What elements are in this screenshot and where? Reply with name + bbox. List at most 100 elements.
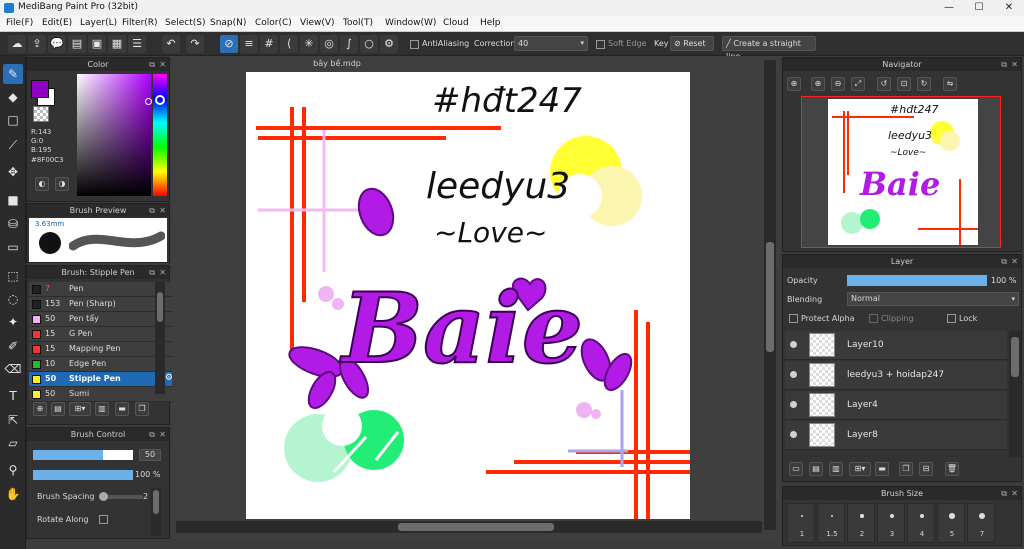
- rotate-right-icon[interactable]: ↻: [917, 77, 931, 91]
- brush-size-cell[interactable]: 1.5: [817, 503, 845, 543]
- curve-snap-icon[interactable]: ∫: [340, 35, 358, 53]
- menu-window[interactable]: Window(W): [385, 18, 436, 28]
- brush-list-scrollbar[interactable]: [155, 282, 165, 394]
- menu-layer[interactable]: Layer(L): [80, 18, 117, 28]
- delete-layer-icon[interactable]: 🗑: [945, 462, 959, 476]
- line-tool-icon[interactable]: ⟋: [3, 135, 23, 155]
- lock-checkbox[interactable]: [947, 314, 956, 323]
- panel-popout-icon[interactable]: ⧉: [149, 58, 155, 71]
- select-rect-tool-icon[interactable]: ⬚: [3, 266, 23, 286]
- zoom-in-icon[interactable]: ⊕: [787, 77, 801, 91]
- duplicate-layer-icon[interactable]: ❐: [899, 462, 913, 476]
- merge-layer-icon[interactable]: ⊟: [919, 462, 933, 476]
- save-icon[interactable]: ▣: [88, 35, 106, 53]
- color-palette-icon[interactable]: ◑: [55, 177, 69, 191]
- document-icon[interactable]: ▤: [68, 35, 86, 53]
- panel-close-icon[interactable]: ✕: [1011, 58, 1018, 71]
- select-eraser-tool-icon[interactable]: ⌫: [3, 359, 23, 379]
- brush-size-cell[interactable]: 1: [787, 503, 815, 543]
- brush-size-cell[interactable]: 4: [907, 503, 935, 543]
- fit-screen-icon[interactable]: ⤢: [851, 77, 865, 91]
- menu-cloud[interactable]: Cloud: [443, 18, 469, 28]
- straight-line-button[interactable]: ╱ Create a straight line: [722, 36, 816, 61]
- new-8bit-layer-icon[interactable]: ▥: [829, 462, 843, 476]
- brush-list-scroll-thumb[interactable]: [157, 292, 163, 322]
- rotate-left-icon[interactable]: ↺: [877, 77, 891, 91]
- bucket-tool-icon[interactable]: ⛁: [3, 214, 23, 234]
- minimize-button[interactable]: —: [934, 0, 964, 16]
- magic-wand-tool-icon[interactable]: ✦: [3, 312, 23, 332]
- brush-tool-icon[interactable]: ✎: [3, 64, 23, 84]
- layer-row[interactable]: Layer4: [785, 391, 1007, 420]
- brush-folder-icon[interactable]: ▬: [115, 402, 129, 416]
- visibility-icon[interactable]: [790, 401, 797, 408]
- brush-spacing-slider[interactable]: [99, 492, 143, 501]
- primary-color-swatch[interactable]: [31, 80, 49, 98]
- brush-size-value[interactable]: 50: [139, 449, 161, 461]
- visibility-icon[interactable]: [790, 341, 797, 348]
- operation-tool-icon[interactable]: ⇱: [3, 410, 23, 430]
- cloud-icon[interactable]: ☁: [8, 35, 26, 53]
- undo-icon[interactable]: ↶: [162, 35, 180, 53]
- brush-control-scrollbar[interactable]: [151, 488, 161, 536]
- layer-opacity-slider[interactable]: [847, 275, 987, 286]
- chat-icon[interactable]: 💬: [48, 35, 66, 53]
- brush-copy-icon[interactable]: ❐: [135, 402, 149, 416]
- layer-folder-icon[interactable]: ▬: [875, 462, 889, 476]
- new-halftone-layer-icon[interactable]: ▤: [809, 462, 823, 476]
- panel-popout-icon[interactable]: ⧉: [149, 204, 155, 217]
- panel-popout-icon[interactable]: ⧉: [1001, 487, 1007, 500]
- snap-off-icon[interactable]: ⊘: [220, 35, 238, 53]
- saturation-value-picker[interactable]: [77, 74, 152, 196]
- shape-tool-icon[interactable]: □: [3, 110, 23, 130]
- color-wheel-icon[interactable]: ◐: [35, 177, 49, 191]
- flip-horizontal-icon[interactable]: ⇋: [943, 77, 957, 91]
- add-brush-icon[interactable]: ⊕: [33, 402, 47, 416]
- add-layer-menu-icon[interactable]: ⊞▾: [849, 462, 871, 476]
- concentric-snap-icon[interactable]: ◎: [320, 35, 338, 53]
- antialiasing-checkbox[interactable]: [410, 40, 419, 49]
- correction-select[interactable]: 40 ▾: [514, 36, 588, 51]
- brush-size-cell[interactable]: 7: [967, 503, 995, 543]
- brush-size-cell[interactable]: 5: [937, 503, 965, 543]
- brush-doc-icon[interactable]: ▤: [51, 402, 65, 416]
- redo-icon[interactable]: ↷: [186, 35, 204, 53]
- reset-button[interactable]: ⊘ Reset: [670, 36, 714, 51]
- transparent-color-swatch[interactable]: [33, 106, 49, 122]
- brush-spacing-handle[interactable]: [99, 492, 108, 501]
- fill-rect-tool-icon[interactable]: ■: [3, 190, 23, 210]
- maximize-button[interactable]: ☐: [964, 0, 994, 16]
- menu-snap[interactable]: Snap(N): [210, 18, 246, 28]
- menu-help[interactable]: Help: [480, 18, 501, 28]
- divide-tool-icon[interactable]: ▱: [3, 433, 23, 453]
- close-button[interactable]: ✕: [994, 0, 1024, 16]
- panel-popout-icon[interactable]: ⧉: [149, 266, 155, 279]
- perspective-snap-icon[interactable]: ⟨: [280, 35, 298, 53]
- circle-snap-icon[interactable]: ○: [360, 35, 378, 53]
- gradient-tool-icon[interactable]: ▭: [3, 237, 23, 257]
- clipping-checkbox[interactable]: [869, 314, 878, 323]
- layer-row[interactable]: Layer8: [785, 421, 1007, 450]
- lasso-tool-icon[interactable]: ◌: [3, 289, 23, 309]
- list-document-icon[interactable]: ☰: [128, 35, 146, 53]
- menu-view[interactable]: View(V): [300, 18, 335, 28]
- eraser-tool-icon[interactable]: ◆: [3, 87, 23, 107]
- hue-slider[interactable]: [153, 74, 167, 196]
- panel-close-icon[interactable]: ✕: [1011, 487, 1018, 500]
- brush-control-scroll-thumb[interactable]: [153, 490, 159, 514]
- reset-rotation-icon[interactable]: ⊡: [897, 77, 911, 91]
- panel-popout-icon[interactable]: ⧉: [149, 428, 155, 441]
- parallel-snap-icon[interactable]: ≡: [240, 35, 258, 53]
- grid-snap-icon[interactable]: #: [260, 35, 278, 53]
- brush-size-slider[interactable]: [33, 450, 133, 460]
- brush-size-cell[interactable]: 2: [847, 503, 875, 543]
- grid-document-icon[interactable]: ▦: [108, 35, 126, 53]
- document-tab[interactable]: bây bề.mdp: [272, 57, 402, 70]
- move-tool-icon[interactable]: ✥: [3, 162, 23, 182]
- radial-snap-icon[interactable]: ✳: [300, 35, 318, 53]
- menu-tool[interactable]: Tool(T): [343, 18, 373, 28]
- menu-filter[interactable]: Filter(R): [122, 18, 158, 28]
- canvas-vertical-scroll-thumb[interactable]: [766, 242, 774, 352]
- navigator-viewport[interactable]: #hđt247 leedyu3 ~Love~ Baie: [801, 96, 1001, 248]
- visibility-icon[interactable]: [790, 371, 797, 378]
